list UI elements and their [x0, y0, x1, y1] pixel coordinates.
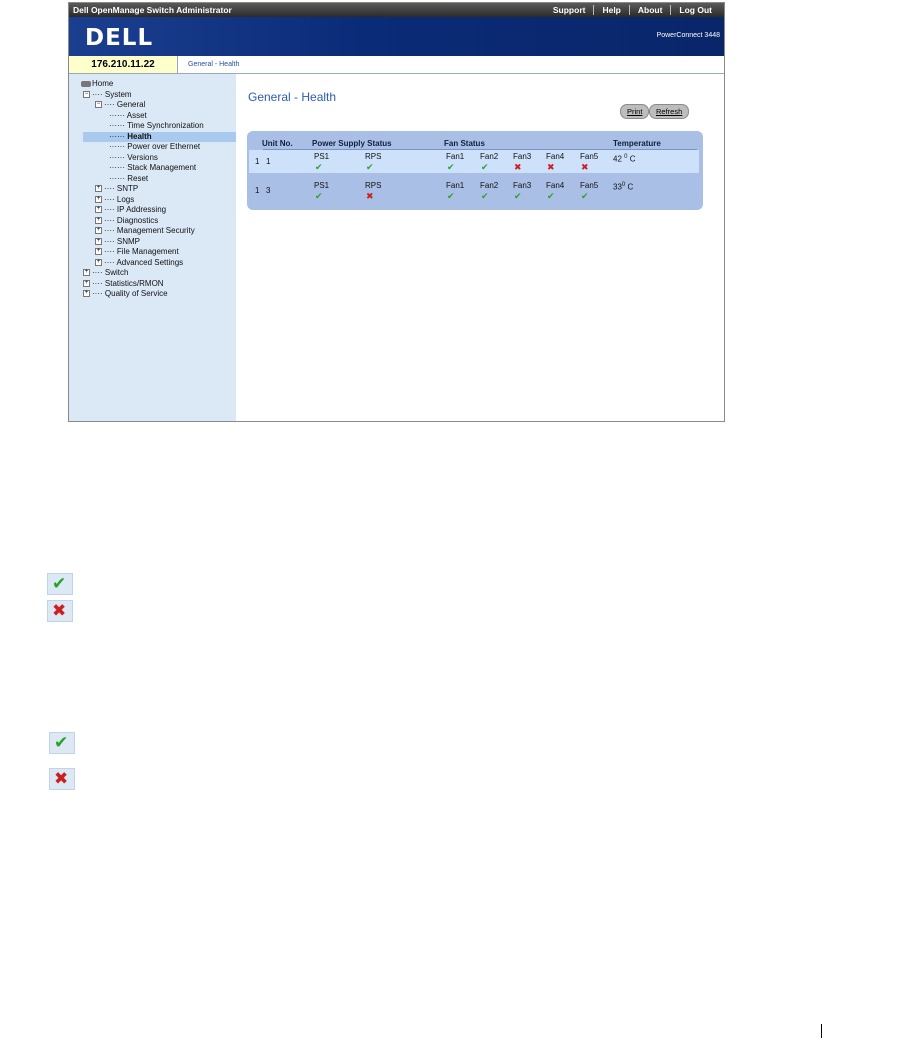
header-temperature: Temperature — [613, 139, 661, 148]
expand-icon[interactable]: + — [95, 196, 102, 204]
tree-item-qos[interactable]: + ···· Quality of Service — [83, 289, 168, 299]
fan-label: Fan3 — [513, 181, 532, 190]
expand-icon[interactable]: + — [95, 227, 102, 235]
green-check-icon — [366, 163, 376, 172]
fan-label: Fan5 — [580, 152, 599, 161]
tree-item-switch[interactable]: + ···· Switch — [83, 268, 128, 278]
header-unit: Unit No. — [262, 139, 293, 148]
fan-label: Fan4 — [546, 181, 565, 190]
tree-item-management-security[interactable]: + ···· Management Security — [95, 226, 195, 236]
red-x-icon — [47, 600, 73, 622]
expand-icon[interactable]: + — [83, 269, 90, 277]
fan-label: Fan1 — [446, 181, 465, 190]
green-check-icon — [315, 192, 325, 201]
tree-item-diagnostics[interactable]: + ···· Diagnostics — [95, 216, 158, 226]
fan-label: Fan4 — [546, 152, 565, 161]
expand-icon[interactable]: + — [95, 259, 102, 267]
expand-icon[interactable]: + — [95, 248, 102, 256]
row-index: 1 — [255, 157, 260, 166]
health-table: Unit No. Power Supply Status Fan Status … — [247, 131, 703, 210]
dell-logo: DELL — [85, 25, 154, 51]
header-fan-status: Fan Status — [444, 139, 485, 148]
green-check-icon — [447, 163, 457, 172]
nav-tree: Home − ···· System − ···· General ······ A… — [69, 74, 236, 421]
unit-number: 3 — [266, 186, 271, 195]
red-x-icon — [49, 768, 75, 790]
fan-label: Fan3 — [513, 152, 532, 161]
tree-item-poe[interactable]: ······ Power over Ethernet — [109, 142, 200, 152]
support-link[interactable]: Support — [545, 5, 594, 15]
home-icon — [81, 80, 91, 87]
ps-label: PS1 — [314, 181, 330, 190]
expand-icon[interactable]: + — [95, 206, 102, 214]
page-title: General - Health — [248, 90, 337, 104]
tree-item-advanced-settings[interactable]: + ···· Advanced Settings — [95, 258, 183, 268]
expand-icon[interactable]: + — [95, 185, 102, 193]
tree-item-stack-management[interactable]: ······ Stack Management — [109, 163, 196, 173]
rps-label: RPS — [365, 181, 382, 190]
temperature-value: 42 0 C — [613, 154, 636, 164]
tree-selection-highlight — [83, 132, 236, 142]
green-check-icon — [547, 192, 557, 201]
ps-label: PS1 — [314, 152, 330, 161]
banner: DELL PowerConnect 3448 — [69, 17, 724, 56]
app-title: Dell OpenManage Switch Administrator — [73, 5, 232, 15]
rps-label: RPS — [365, 152, 382, 161]
top-links: Support Help About Log Out — [545, 5, 720, 15]
fan-label: Fan2 — [480, 181, 499, 190]
expand-icon[interactable]: + — [95, 217, 102, 225]
row-index: 1 — [255, 186, 260, 195]
tree-item-asset[interactable]: ······ Asset — [109, 111, 147, 121]
fan-label: Fan1 — [446, 152, 465, 161]
red-x-icon — [547, 163, 557, 172]
tree-item-home[interactable]: Home — [81, 79, 113, 89]
red-x-icon — [366, 192, 376, 201]
tree-item-statistics-rmon[interactable]: + ···· Statistics/RMON — [83, 279, 164, 289]
green-check-icon — [481, 192, 491, 201]
fan-label: Fan2 — [480, 152, 499, 161]
collapse-icon[interactable]: − — [83, 91, 90, 99]
expand-icon[interactable]: + — [95, 238, 102, 246]
top-bar: Dell OpenManage Switch Administrator Sup… — [69, 3, 724, 17]
breadcrumb-bar: 176.210.11.22 General - Health — [69, 56, 724, 74]
about-link[interactable]: About — [628, 5, 671, 15]
green-check-icon — [514, 192, 524, 201]
temperature-value: 330 C — [613, 182, 634, 192]
tree-item-time-sync[interactable]: ······ Time Synchronization — [109, 121, 204, 131]
print-button[interactable]: Print — [620, 104, 650, 119]
browser-window: Dell OpenManage Switch Administrator Sup… — [68, 2, 725, 422]
tree-item-snmp[interactable]: + ···· SNMP — [95, 237, 140, 247]
tree-item-versions[interactable]: ······ Versions — [109, 153, 158, 163]
green-check-icon — [49, 732, 75, 754]
green-check-icon — [581, 192, 591, 201]
tree-item-general[interactable]: − ···· General — [95, 100, 145, 110]
tree-item-health[interactable]: ······ Health — [109, 132, 152, 142]
tree-item-ip-addressing[interactable]: + ···· IP Addressing — [95, 205, 166, 215]
tree-item-logs[interactable]: + ···· Logs — [95, 195, 134, 205]
red-x-icon — [581, 163, 591, 172]
device-ip: 176.210.11.22 — [69, 56, 178, 73]
tree-item-file-management[interactable]: + ···· File Management — [95, 247, 179, 257]
fan-label: Fan5 — [580, 181, 599, 190]
content-pane: General - Health Print Refresh Unit No. … — [236, 74, 724, 421]
expand-icon[interactable]: + — [83, 290, 90, 298]
help-link[interactable]: Help — [593, 5, 628, 15]
green-check-icon — [47, 573, 73, 595]
collapse-icon[interactable]: − — [95, 101, 102, 109]
expand-icon[interactable]: + — [83, 280, 90, 288]
tree-item-sntp[interactable]: + ···· SNTP — [95, 184, 138, 194]
page-margin-rule — [821, 1024, 822, 1038]
unit-number: 1 — [266, 157, 271, 166]
header-power-supply: Power Supply Status — [312, 139, 392, 148]
breadcrumb: General - Health — [188, 61, 240, 68]
tree-item-reset[interactable]: ······ Reset — [109, 174, 148, 184]
red-x-icon — [514, 163, 524, 172]
model-name: PowerConnect 3448 — [656, 32, 720, 39]
logout-link[interactable]: Log Out — [670, 5, 720, 15]
green-check-icon — [315, 163, 325, 172]
green-check-icon — [481, 163, 491, 172]
green-check-icon — [447, 192, 457, 201]
refresh-button[interactable]: Refresh — [649, 104, 690, 119]
tree-item-system[interactable]: − ···· System — [83, 90, 132, 100]
